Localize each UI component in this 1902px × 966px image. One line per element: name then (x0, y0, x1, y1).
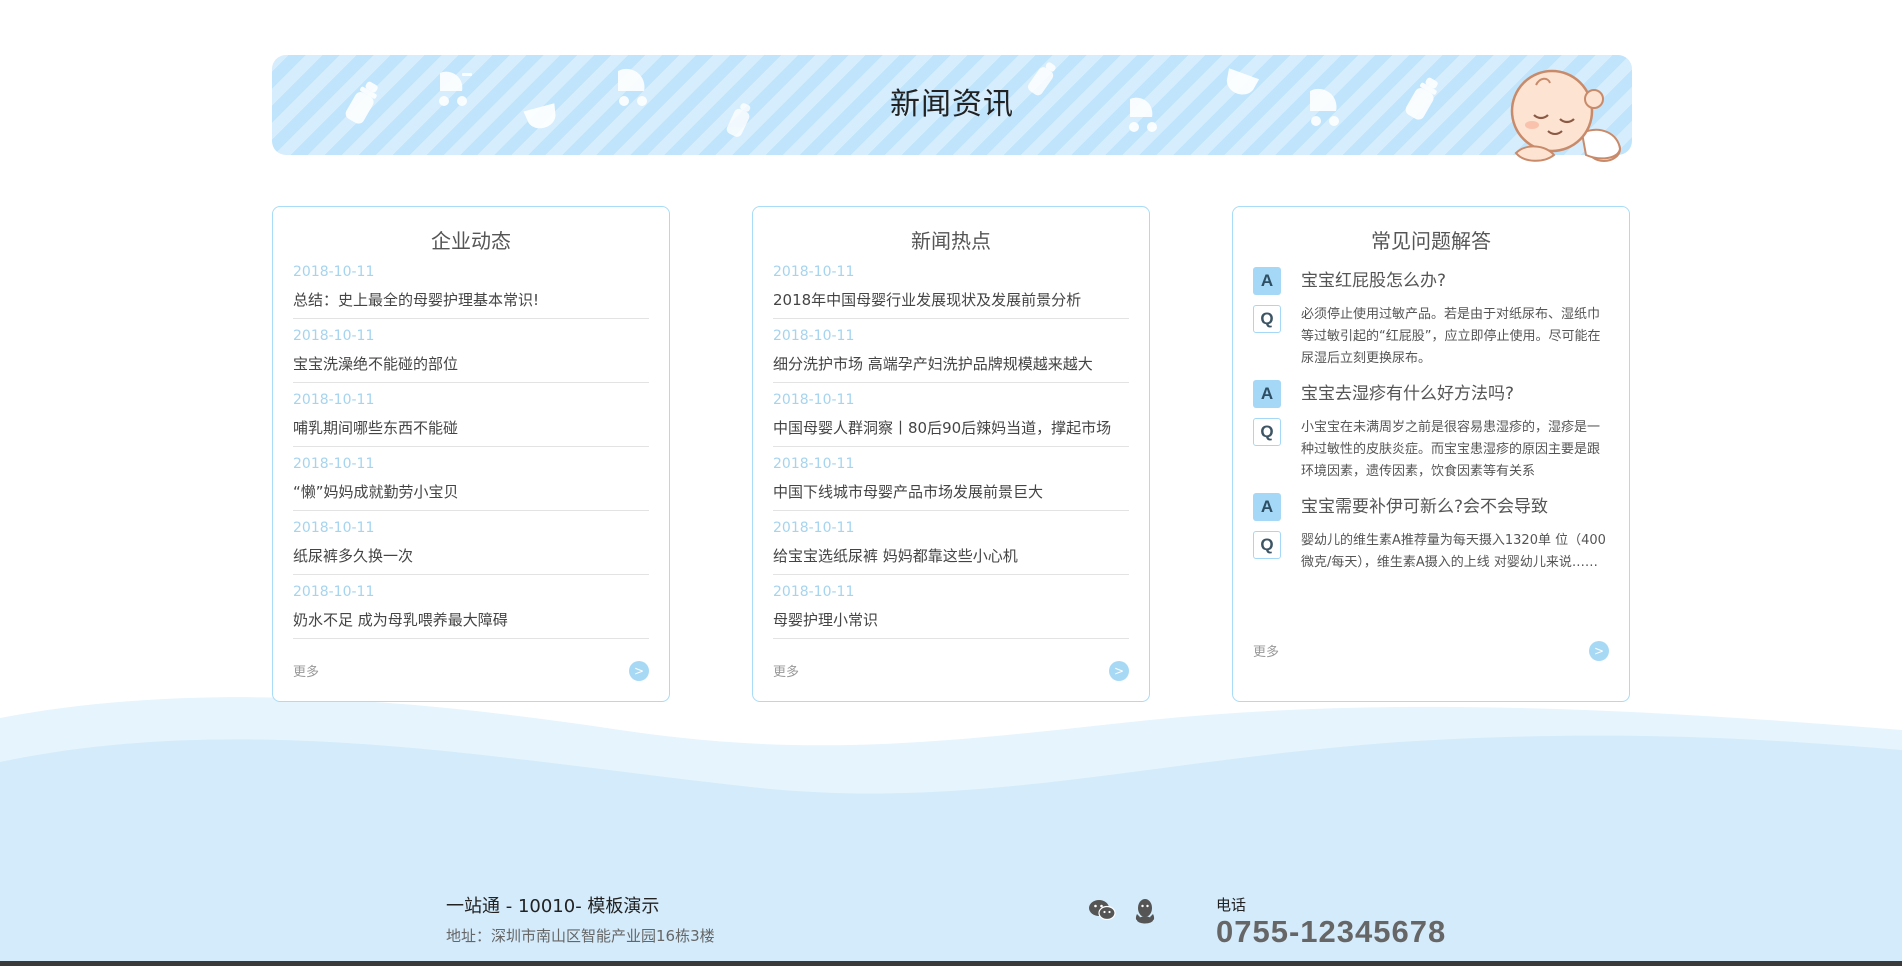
hot-news-card: 新闻热点 2018-10-11 2018年中国母婴行业发展现状及发展前景分析 2… (752, 206, 1150, 702)
news-list: 2018-10-11 总结：史上最全的母婴护理基本常识! 2018-10-11 … (273, 255, 669, 639)
more-arrow-button[interactable]: > (1589, 641, 1609, 661)
qq-icon[interactable] (1134, 898, 1156, 924)
faq-question[interactable]: 宝宝红屁股怎么办? (1301, 267, 1446, 295)
news-link[interactable]: 哺乳期间哪些东西不能碰 (293, 417, 649, 439)
news-list: 2018-10-11 2018年中国母婴行业发展现状及发展前景分析 2018-1… (753, 255, 1149, 639)
section-banner: 新闻资讯 (272, 55, 1632, 162)
faq-question-row[interactable]: A 宝宝去湿疹有什么好方法吗? (1253, 380, 1609, 408)
faq-item: A 宝宝红屁股怎么办? Q 必须停止使用过敏产品。若是由于对纸尿布、湿纸巾等过敏… (1253, 267, 1609, 370)
faq-item: A 宝宝需要补伊可新么?会不会导致 Q 婴幼儿的维生素A推荐量为每天摄入1320… (1253, 493, 1609, 574)
card-title: 常见问题解答 (1371, 229, 1491, 253)
phone-number: 0755-12345678 (1216, 914, 1447, 949)
news-item[interactable]: 2018-10-11 宝宝洗澡绝不能碰的部位 (293, 319, 649, 383)
faq-answer-row: Q 小宝宝在未满周岁之前是很容易患湿疹的，湿疹是一种过敏性的皮肤炎症。而宝宝患湿… (1253, 418, 1609, 483)
news-link[interactable]: 给宝宝选纸尿裤 妈妈都靠这些小心机 (773, 545, 1129, 567)
news-item[interactable]: 2018-10-11 2018年中国母婴行业发展现状及发展前景分析 (773, 255, 1129, 319)
faq-question[interactable]: 宝宝去湿疹有什么好方法吗? (1301, 380, 1514, 408)
stroller-icon (618, 68, 647, 106)
faq-question[interactable]: 宝宝需要补伊可新么?会不会导致 (1301, 493, 1548, 521)
site-footer: 一站通 - 10010- 模板演示 地址：深圳市南山区智能产业园16栋3楼 电话… (0, 880, 1902, 960)
stroller-icon (1129, 97, 1157, 132)
news-date: 2018-10-11 (773, 584, 855, 600)
news-link[interactable]: “懒”妈妈成就勤劳小宝贝 (293, 481, 649, 503)
card-footer: 更多 > (293, 661, 649, 683)
card-footer: 更多 > (1253, 641, 1609, 663)
faq-answer-row: Q 婴幼儿的维生素A推荐量为每天摄入1320单 位（400微克/每天），维生素A… (1253, 531, 1609, 574)
footer-company: 一站通 - 10010- 模板演示 (446, 896, 660, 917)
more-arrow-button[interactable]: > (629, 661, 649, 681)
card-title: 企业动态 (431, 229, 511, 253)
question-badge: Q (1253, 418, 1281, 446)
news-link[interactable]: 宝宝洗澡绝不能碰的部位 (293, 353, 649, 375)
bottom-bar (0, 961, 1902, 966)
news-date: 2018-10-11 (293, 456, 375, 472)
faq-item: A 宝宝去湿疹有什么好方法吗? Q 小宝宝在未满周岁之前是很容易患湿疹的，湿疹是… (1253, 380, 1609, 483)
news-date: 2018-10-11 (293, 392, 375, 408)
more-arrow-button[interactable]: > (1109, 661, 1129, 681)
more-link[interactable]: 更多 (293, 665, 319, 680)
answer-badge: A (1253, 380, 1281, 408)
news-item[interactable]: 2018-10-11 总结：史上最全的母婴护理基本常识! (293, 255, 649, 319)
news-date: 2018-10-11 (773, 264, 855, 280)
footer-address: 地址：深圳市南山区智能产业园16栋3楼 (446, 927, 715, 945)
news-date: 2018-10-11 (293, 520, 375, 536)
baby-bottle-icon (1027, 62, 1056, 96)
faq-question-row[interactable]: A 宝宝需要补伊可新么?会不会导致 (1253, 493, 1609, 521)
stroller-icon (439, 71, 472, 106)
news-date: 2018-10-11 (293, 584, 375, 600)
card-title: 新闻热点 (911, 229, 991, 253)
diaper-icon (1226, 68, 1260, 95)
faq-answer-row: Q 必须停止使用过敏产品。若是由于对纸尿布、湿纸巾等过敏引起的“红屁股”，应立即… (1253, 305, 1609, 370)
baby-bottle-icon (1405, 77, 1438, 120)
news-item[interactable]: 2018-10-11 哺乳期间哪些东西不能碰 (293, 383, 649, 447)
answer-badge: A (1253, 493, 1281, 521)
news-item[interactable]: 2018-10-11 “懒”妈妈成就勤劳小宝贝 (293, 447, 649, 511)
news-date: 2018-10-11 (293, 264, 375, 280)
faq-answer: 婴幼儿的维生素A推荐量为每天摄入1320单 位（400微克/每天），维生素A摄入… (1301, 533, 1606, 570)
news-link[interactable]: 2018年中国母婴行业发展现状及发展前景分析 (773, 289, 1129, 311)
news-date: 2018-10-11 (773, 520, 855, 536)
company-news-card: 企业动态 2018-10-11 总结：史上最全的母婴护理基本常识! 2018-1… (272, 206, 670, 702)
news-item[interactable]: 2018-10-11 中国下线城市母婴产品市场发展前景巨大 (773, 447, 1129, 511)
news-date: 2018-10-11 (773, 392, 855, 408)
more-link[interactable]: 更多 (1253, 645, 1279, 660)
news-item[interactable]: 2018-10-11 纸尿裤多久换一次 (293, 511, 649, 575)
more-link[interactable]: 更多 (773, 665, 799, 680)
news-link[interactable]: 纸尿裤多久换一次 (293, 545, 649, 567)
news-link[interactable]: 总结：史上最全的母婴护理基本常识! (293, 289, 649, 311)
news-link[interactable]: 母婴护理小常识 (773, 609, 1129, 631)
news-link[interactable]: 奶水不足 成为母乳喂养最大障碍 (293, 609, 649, 631)
faq-card: 常见问题解答 A 宝宝红屁股怎么办? Q 必须停止使用过敏产品。若是由于对纸尿布… (1232, 206, 1630, 702)
faq-list: A 宝宝红屁股怎么办? Q 必须停止使用过敏产品。若是由于对纸尿布、湿纸巾等过敏… (1233, 267, 1629, 574)
baby-bottle-icon (726, 103, 751, 137)
diaper-icon (523, 103, 556, 129)
news-date: 2018-10-11 (773, 456, 855, 472)
news-item[interactable]: 2018-10-11 给宝宝选纸尿裤 妈妈都靠这些小心机 (773, 511, 1129, 575)
phone-label: 电话 (1216, 896, 1247, 914)
news-link[interactable]: 中国母婴人群洞察丨80后90后辣妈当道，撑起市场 (773, 417, 1129, 439)
news-item[interactable]: 2018-10-11 细分洗护市场 高端孕产妇洗护品牌规模越来越大 (773, 319, 1129, 383)
question-badge: Q (1253, 305, 1281, 333)
news-link[interactable]: 中国下线城市母婴产品市场发展前景巨大 (773, 481, 1129, 503)
card-footer: 更多 > (773, 661, 1129, 683)
faq-question-row[interactable]: A 宝宝红屁股怎么办? (1253, 267, 1609, 295)
faq-answer: 小宝宝在未满周岁之前是很容易患湿疹的，湿疹是一种过敏性的皮肤炎症。而宝宝患湿疹的… (1301, 420, 1601, 479)
baby-bottle-icon (345, 81, 378, 124)
faq-answer: 必须停止使用过敏产品。若是由于对纸尿布、湿纸巾等过敏引起的“红屁股”，应立即停止… (1301, 307, 1601, 366)
question-badge: Q (1253, 531, 1281, 559)
wechat-icon[interactable] (1088, 898, 1116, 922)
news-date: 2018-10-11 (293, 328, 375, 344)
news-link[interactable]: 细分洗护市场 高端孕产妇洗护品牌规模越来越大 (773, 353, 1129, 375)
news-item[interactable]: 2018-10-11 母婴护理小常识 (773, 575, 1129, 639)
news-item[interactable]: 2018-10-11 奶水不足 成为母乳喂养最大障碍 (293, 575, 649, 639)
news-date: 2018-10-11 (773, 328, 855, 344)
news-item[interactable]: 2018-10-11 中国母婴人群洞察丨80后90后辣妈当道，撑起市场 (773, 383, 1129, 447)
answer-badge: A (1253, 267, 1281, 295)
sleeping-baby-icon (1510, 69, 1622, 162)
stroller-icon (1310, 88, 1339, 126)
